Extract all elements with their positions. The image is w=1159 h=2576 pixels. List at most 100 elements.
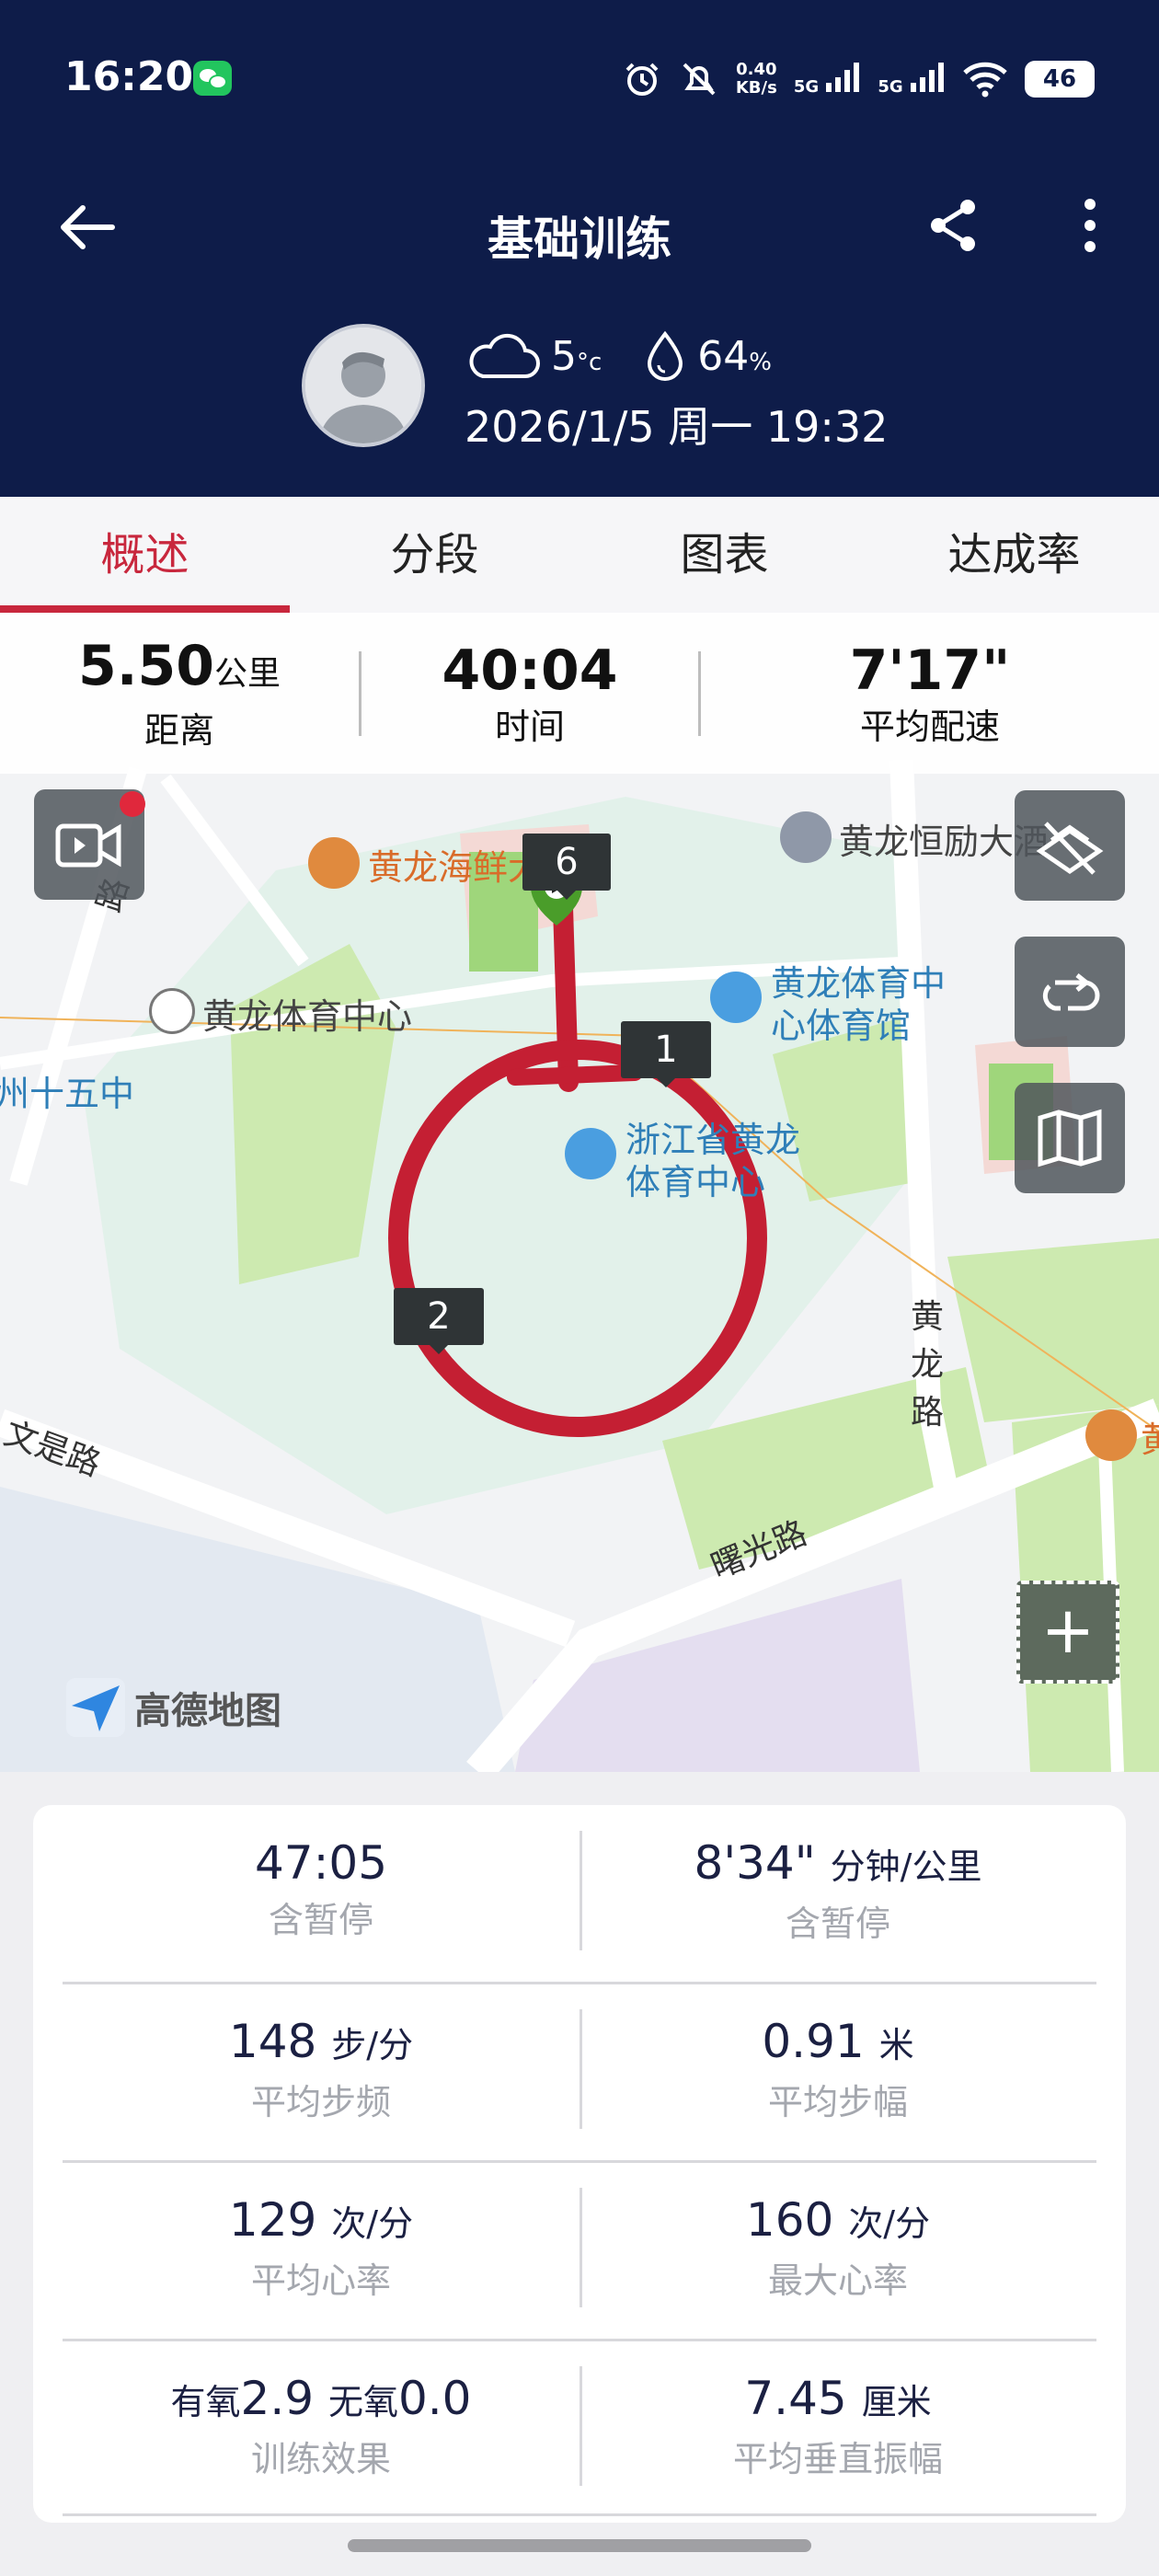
- map-label-gym-line2: 心体育馆: [771, 1006, 912, 1046]
- status-time: 16:20: [64, 53, 194, 100]
- status-bar: 16:20 0.40 KB/s 5G 5G 46: [0, 0, 1159, 156]
- summary-row: 47:05 含暂停 8'34" 分钟/公里 含暂停: [63, 1805, 1096, 1982]
- signal-sim2: 5G: [878, 62, 946, 97]
- video-playback-button[interactable]: [34, 789, 145, 900]
- max-hr-value: 160: [745, 2193, 834, 2247]
- bus-stop-icon: [149, 988, 195, 1034]
- summary-row: 129 次/分 平均心率 160 次/分 最大心率: [63, 2162, 1096, 2339]
- route-replay-button[interactable]: [1015, 937, 1125, 1047]
- humidity-value: 64: [697, 332, 750, 380]
- tab-achievement[interactable]: 达成率: [869, 497, 1159, 613]
- training-effect-label: 训练效果: [250, 2439, 391, 2479]
- map-label-stadium-line2: 体育中心: [625, 1162, 766, 1202]
- distance-stat: 5.50公里 距离: [0, 633, 359, 753]
- cadence-label: 平均步频: [250, 2082, 391, 2122]
- training-effect-cell: 有氧2.9 无氧0.0 训练效果: [63, 2340, 580, 2517]
- zoom-in-button[interactable]: +: [1016, 1581, 1119, 1684]
- avg-hr-value: 129: [228, 2193, 317, 2247]
- tab-charts[interactable]: 图表: [580, 497, 869, 613]
- avatar-placeholder-icon: [305, 328, 421, 443]
- avg-hr-unit: 次/分: [331, 2203, 414, 2244]
- map-label-sports-center: 黄龙体育中心: [202, 996, 413, 1037]
- total-duration-label: 含暂停: [268, 1900, 373, 1940]
- tab-overview[interactable]: 概述: [0, 497, 290, 613]
- stride-cell: 0.91 米 平均步幅: [580, 1984, 1096, 2160]
- pace-label: 平均配速: [859, 706, 1000, 747]
- wechat-notification-icon: [193, 61, 232, 96]
- map-layer-toggle-button[interactable]: [1015, 790, 1125, 901]
- time-stat: 40:04 时间: [361, 638, 698, 750]
- amap-arrow-icon: [66, 1678, 125, 1737]
- pace-value: 7'17": [849, 638, 1011, 703]
- distance-label: 距离: [143, 710, 214, 751]
- loop-icon: [1042, 973, 1100, 1011]
- vertical-oscillation-unit: 厘米: [861, 2382, 932, 2422]
- user-avatar[interactable]: [302, 324, 425, 447]
- avg-hr-label: 平均心率: [250, 2260, 391, 2301]
- summary-row: 有氧2.9 无氧0.0 训练效果 7.45 厘米 平均垂直振幅: [63, 2340, 1096, 2517]
- vertical-oscillation-cell: 7.45 厘米 平均垂直振幅: [580, 2340, 1096, 2517]
- workout-datetime: 2026/1/5 周一 19:32: [465, 402, 889, 452]
- anaerobic-value: 0.0: [397, 2372, 472, 2425]
- km-marker-2[interactable]: 2: [394, 1288, 484, 1354]
- total-pace-cell: 8'34" 分钟/公里 含暂停: [580, 1805, 1096, 1982]
- max-hr-label: 最大心率: [767, 2260, 908, 2301]
- mute-icon: [683, 63, 716, 96]
- wifi-icon: [963, 62, 1007, 98]
- video-camera-icon: [55, 823, 121, 868]
- total-duration-cell: 47:05 含暂停: [63, 1805, 580, 1982]
- top-app-bar: 基础训练: [0, 175, 1159, 276]
- total-pace-label: 含暂停: [785, 1903, 890, 1944]
- summary-row: 148 步/分 平均步频 0.91 米 平均步幅: [63, 1984, 1096, 2160]
- temperature-value: 5: [551, 332, 577, 380]
- map-label-district: 州十五中: [0, 1074, 135, 1114]
- aerobic-value: 2.9: [240, 2372, 315, 2425]
- signal-sim1: 5G: [794, 62, 862, 97]
- vertical-oscillation-label: 平均垂直振幅: [732, 2439, 943, 2479]
- restaurant-pin-icon: [308, 837, 360, 889]
- distance-value: 5.50: [77, 634, 215, 698]
- stadium-pin-icon: [565, 1128, 616, 1179]
- km-marker-6[interactable]: 6: [522, 834, 611, 900]
- total-pace-value: 8'34": [694, 1836, 816, 1890]
- battery-indicator: 46: [1025, 61, 1095, 98]
- share-icon[interactable]: [922, 193, 986, 258]
- time-label: 时间: [494, 706, 565, 747]
- status-icons: 0.40 KB/s 5G 5G 46: [622, 52, 1095, 107]
- net-speed: 0.40 KB/s: [735, 60, 777, 98]
- stride-unit: 米: [878, 2025, 914, 2065]
- tab-segments[interactable]: 分段: [290, 497, 580, 613]
- map-stats-bar: 5.50公里 距离 40:04 时间 7'17" 平均配速: [0, 613, 1159, 774]
- cloud-icon: [469, 333, 540, 378]
- header: 16:20 0.40 KB/s 5G 5G 46 基础训练 5°c 64% 20…: [0, 0, 1159, 497]
- pace-stat: 7'17" 平均配速: [701, 638, 1159, 750]
- cadence-cell: 148 步/分 平均步频: [63, 1984, 580, 2160]
- avg-hr-cell: 129 次/分 平均心率: [63, 2162, 580, 2339]
- alarm-icon: [625, 63, 659, 96]
- distance-unit: 公里: [214, 655, 281, 693]
- map-label-road-huanglong: 黄龙路: [911, 1298, 945, 1432]
- humidity-drop-icon: [648, 330, 683, 381]
- humidity-unit: %: [749, 348, 773, 376]
- cadence-unit: 步/分: [331, 2025, 414, 2065]
- stride-label: 平均步幅: [767, 2082, 908, 2122]
- map-type-button[interactable]: [1015, 1083, 1125, 1193]
- amap-logo: 高德地图: [66, 1678, 281, 1737]
- map-label-poi-right: 黄: [1141, 1420, 1159, 1460]
- time-value: 40:04: [442, 638, 618, 703]
- map-fold-icon: [1038, 1109, 1102, 1167]
- hotel-pin-icon: [780, 811, 832, 863]
- total-duration-value: 47:05: [254, 1836, 388, 1890]
- home-indicator[interactable]: [348, 2539, 811, 2552]
- route-map[interactable]: 5.50公里 距离 40:04 时间 7'17" 平均配速 黄龙海鲜大排档 黄龙…: [0, 613, 1159, 1772]
- map-background: [0, 613, 1159, 1772]
- km-marker-1[interactable]: 1: [621, 1021, 711, 1087]
- more-options-icon[interactable]: [1058, 193, 1122, 258]
- tab-bar: 概述 分段 图表 达成率: [0, 497, 1159, 613]
- temperature-unit: °c: [577, 348, 602, 376]
- summary-card: 47:05 含暂停 8'34" 分钟/公里 含暂停 148 步/分 平均步频 0…: [33, 1805, 1126, 2523]
- max-hr-unit: 次/分: [848, 2203, 931, 2244]
- vertical-oscillation-value: 7.45: [744, 2372, 847, 2425]
- gym-pin-icon: [710, 972, 762, 1023]
- poi-pin-icon: [1085, 1409, 1137, 1461]
